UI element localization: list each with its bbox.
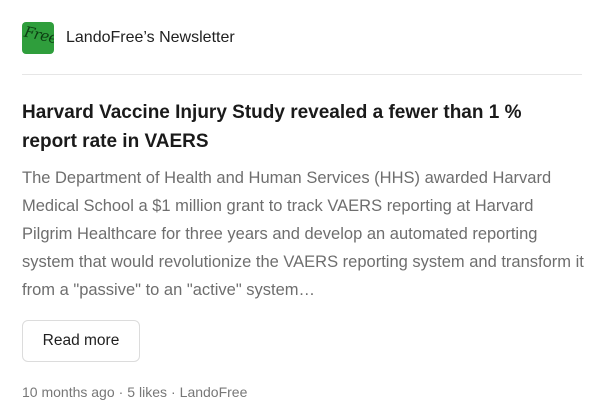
author-link[interactable]: LandoFree	[180, 384, 248, 400]
publication-header[interactable]: Free LandoFree’s Newsletter	[22, 22, 235, 54]
post-excerpt: The Department of Health and Human Servi…	[22, 169, 584, 299]
publication-name[interactable]: LandoFree’s Newsletter	[66, 29, 235, 47]
publication-logo[interactable]: Free	[22, 22, 54, 54]
read-more-button[interactable]: Read more	[22, 320, 140, 362]
logo-text: Free	[22, 22, 54, 48]
post-time: 10 months ago	[22, 384, 115, 400]
post-meta: 10 months ago · 5 likes · LandoFree	[22, 384, 247, 400]
post-title[interactable]: Harvard Vaccine Injury Study revealed a …	[22, 98, 572, 156]
meta-separator: ·	[170, 384, 176, 400]
post-card: Free LandoFree’s Newsletter Harvard Vacc…	[0, 0, 597, 418]
divider	[22, 74, 582, 75]
post-likes[interactable]: 5 likes	[127, 384, 167, 400]
meta-separator: ·	[118, 384, 124, 400]
